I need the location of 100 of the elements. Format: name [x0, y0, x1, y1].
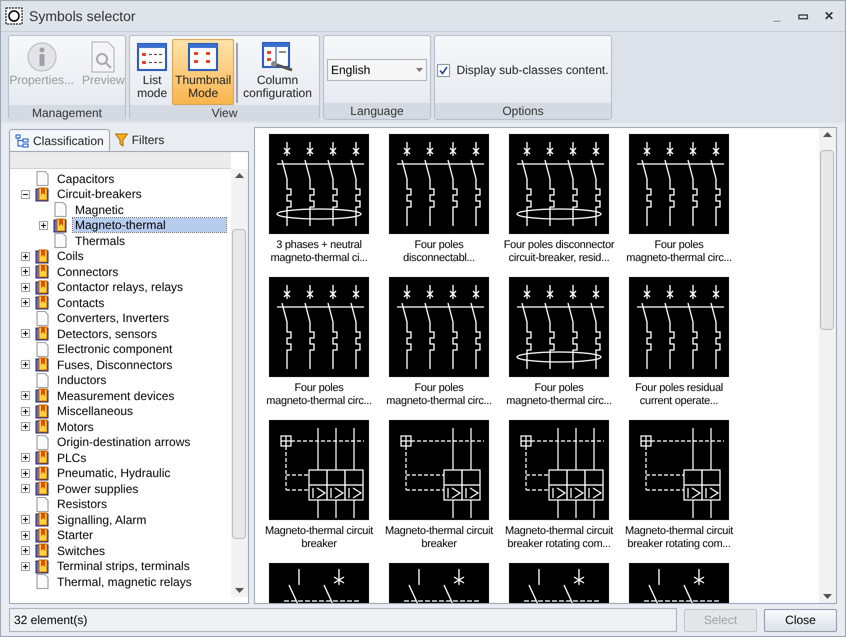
- plus-icon: [22, 268, 28, 276]
- bookmark-folder-icon: [34, 543, 50, 558]
- plus-icon: [22, 408, 28, 415]
- expand-toggle[interactable]: [20, 267, 30, 276]
- list-view-icon: [137, 43, 168, 71]
- dialog-button[interactable]: Close: [764, 608, 837, 632]
- expand-toggle[interactable]: [38, 220, 48, 230]
- bookmark-folder-icon: [34, 558, 50, 574]
- tree-item[interactable]: Switches: [55, 544, 108, 558]
- tree-item[interactable]: Capacitors: [55, 172, 116, 186]
- checkbox[interactable]: [437, 64, 450, 76]
- expand-toggle[interactable]: [20, 298, 30, 308]
- panel-tab[interactable]: Filters: [110, 129, 170, 151]
- document-icon: [36, 574, 48, 590]
- tree-item[interactable]: Terminal strips, terminals: [55, 559, 192, 574]
- hierarchy-icon: [15, 134, 29, 148]
- document-icon: [54, 202, 66, 218]
- thumbnail-caption[interactable]: Four poles magneto-thermal circ...: [386, 382, 492, 408]
- tree-item[interactable]: Converters, Inverters: [55, 311, 172, 326]
- scroll-down-icon[interactable]: [235, 588, 244, 593]
- expand-toggle[interactable]: [20, 252, 30, 261]
- thumbnail-caption[interactable]: Magneto-thermal circuit breaker: [384, 525, 494, 551]
- tree-item[interactable]: Thermals: [73, 234, 128, 248]
- expand-toggle[interactable]: [20, 562, 30, 571]
- thumbnail-caption[interactable]: 3 phases + neutral magneto-thermal ci...: [270, 239, 368, 265]
- tree-item[interactable]: Signalling, Alarm: [55, 512, 148, 527]
- ribbon-button[interactable]: Column configuration: [240, 39, 315, 105]
- document-icon: [36, 372, 48, 388]
- scrollbar[interactable]: [819, 128, 836, 603]
- plus-icon: [22, 330, 28, 338]
- plus-icon: [22, 299, 28, 306]
- ribbon-button[interactable]: List mode: [134, 39, 170, 105]
- tree-item[interactable]: PLCs: [55, 450, 88, 465]
- collapse-toggle[interactable]: [20, 190, 30, 199]
- tree-item[interactable]: Pneumatic, Hydraulic: [55, 466, 172, 480]
- expand-toggle[interactable]: [20, 391, 30, 400]
- tree-item[interactable]: Origin-destination arrows: [55, 435, 192, 450]
- bookmark-folder-icon: [34, 280, 50, 295]
- tree-item[interactable]: Contactor relays, relays: [55, 280, 186, 294]
- tree-item[interactable]: Starter: [55, 528, 96, 542]
- ribbon-group-label: Management: [9, 105, 125, 121]
- scroll-thumb[interactable]: [820, 150, 834, 330]
- thumbnail-caption[interactable]: Four poles disconnector circuit-breaker, resid...: [504, 239, 614, 265]
- bookmark-folder-icon: [34, 528, 50, 543]
- tree-item[interactable]: Resistors: [55, 497, 110, 512]
- expand-toggle[interactable]: [20, 422, 30, 432]
- expand-toggle[interactable]: [20, 406, 30, 416]
- window-control-button[interactable]: _: [765, 6, 789, 26]
- thumbnail-caption[interactable]: Magneto-thermal circuit breaker rotating com...: [624, 525, 734, 551]
- tree-item[interactable]: Miscellaneous: [55, 404, 136, 418]
- expand-toggle[interactable]: [20, 360, 30, 370]
- tree-item[interactable]: Magnetic: [73, 202, 126, 217]
- thumbnail-caption[interactable]: Four poles magneto-thermal circ...: [506, 382, 612, 408]
- expand-toggle[interactable]: [20, 282, 30, 292]
- document-icon: [36, 496, 48, 512]
- tree-item[interactable]: Magneto-thermal: [73, 218, 226, 232]
- bookmark-folder-icon: [34, 326, 50, 342]
- expand-toggle[interactable]: [20, 468, 30, 478]
- expand-toggle[interactable]: [20, 530, 30, 540]
- tree-item[interactable]: Thermal, magnetic relays: [55, 574, 194, 589]
- expand-toggle[interactable]: [20, 453, 30, 462]
- document-icon: [36, 434, 48, 450]
- bookmark-folder-icon: [34, 450, 50, 466]
- document-magnifier-icon: [90, 41, 116, 73]
- scroll-up-icon[interactable]: [235, 173, 244, 178]
- scroll-thumb[interactable]: [232, 229, 246, 539]
- thumbnail-caption[interactable]: Magneto-thermal circuit breaker rotating com...: [504, 525, 614, 551]
- thumbnail-caption[interactable]: Four poles magneto-thermal circ...: [266, 382, 372, 408]
- tree-item[interactable]: Fuses, Disconnectors: [55, 358, 174, 372]
- tree-item[interactable]: Contacts: [55, 296, 106, 310]
- checkbox-label: Display sub-classes content.: [456, 62, 609, 79]
- language-dropdown[interactable]: English: [327, 59, 427, 81]
- bookmark-folder-icon: [52, 218, 68, 233]
- tree-item[interactable]: Electronic component: [55, 342, 174, 356]
- thumbnail-caption[interactable]: Magneto-thermal circuit breaker: [264, 525, 374, 551]
- tree-item[interactable]: Power supplies: [55, 482, 140, 496]
- thumbnail-caption[interactable]: Four poles disconnectabl...: [403, 239, 475, 265]
- thumbnail-view-icon: [188, 43, 218, 71]
- expand-toggle[interactable]: [20, 546, 30, 556]
- bookmark-folder-icon: [34, 248, 50, 264]
- scroll-down-icon[interactable]: [823, 594, 832, 599]
- expand-toggle[interactable]: [20, 515, 30, 524]
- tree-item[interactable]: Inductors: [55, 373, 108, 388]
- tree-item[interactable]: Circuit-breakers: [55, 187, 144, 202]
- panel-tab[interactable]: Classification: [9, 129, 110, 151]
- thumbnail-caption[interactable]: Four poles residual current operate...: [635, 382, 723, 408]
- expand-toggle[interactable]: [20, 329, 30, 338]
- expand-toggle[interactable]: [20, 484, 30, 494]
- scroll-up-icon[interactable]: [823, 132, 832, 137]
- tree-item[interactable]: Coils: [55, 249, 86, 264]
- ribbon-button[interactable]: Thumbnail Mode: [172, 39, 234, 105]
- window-control-button[interactable]: ▭: [791, 6, 815, 26]
- tree-item[interactable]: Motors: [55, 420, 96, 434]
- tree-item[interactable]: Connectors: [55, 264, 120, 279]
- bookmark-folder-icon: [34, 419, 50, 434]
- tree-item[interactable]: Detectors, sensors: [55, 326, 160, 341]
- scrollbar[interactable]: [231, 169, 248, 597]
- window-control-button[interactable]: ✕: [817, 6, 841, 26]
- tree-item[interactable]: Measurement devices: [55, 388, 176, 403]
- thumbnail-caption[interactable]: Four poles magneto-thermal circ...: [626, 239, 732, 265]
